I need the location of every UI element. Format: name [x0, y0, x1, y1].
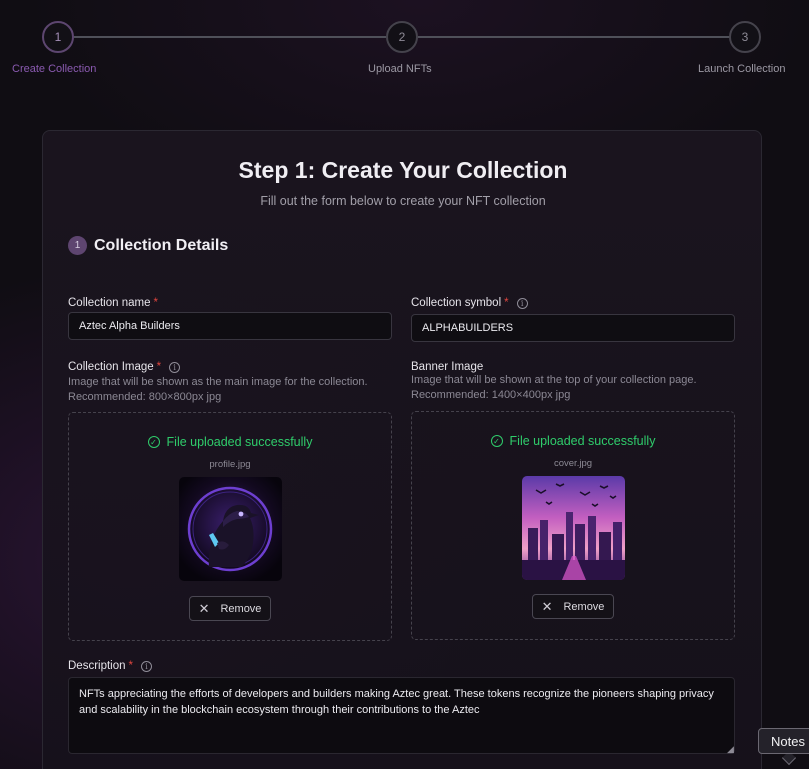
raven-artwork	[179, 477, 282, 581]
check-circle-icon: ✓	[490, 435, 503, 447]
required-marker: *	[504, 297, 509, 309]
section-header: 1 Collection Details	[68, 236, 228, 255]
collection-image-label-text: Collection Image	[68, 361, 154, 373]
step-3-label[interactable]: Launch Collection	[698, 63, 785, 75]
upload-success-text: File uploaded successfully	[166, 435, 313, 449]
info-icon[interactable]: i	[169, 361, 181, 373]
collection-name-label: Collection name *	[68, 297, 158, 309]
collection-name-label-text: Collection name	[68, 297, 151, 309]
info-icon[interactable]: i	[516, 297, 528, 309]
step-1-label[interactable]: Create Collection	[12, 63, 96, 75]
description-textarea[interactable]: NFTs appreciating the efforts of develop…	[68, 677, 735, 754]
uploaded-file-name: cover.jpg	[553, 458, 593, 469]
uploaded-file-name: profile.jpg	[209, 459, 251, 470]
upload-success-message: ✓ File uploaded successfully	[69, 435, 391, 449]
upload-success-message: ✓ File uploaded successfully	[412, 434, 734, 448]
required-marker: *	[128, 660, 134, 672]
required-marker: *	[153, 297, 158, 309]
remove-collection-image-button[interactable]: ✕ Remove	[189, 596, 271, 621]
step-3-indicator[interactable]: 3	[729, 21, 761, 53]
collection-image-dropzone[interactable]: ✓ File uploaded successfully profile.jpg	[68, 412, 392, 641]
section-title: Collection Details	[94, 236, 229, 254]
page-title: Step 1: Create Your Collection	[238, 157, 568, 183]
collection-symbol-label-text: Collection symbol	[411, 297, 502, 309]
progress-stepper: 1 2 3 Create Collection Upload NFTs Laun…	[0, 0, 809, 90]
collection-symbol-label: Collection symbol * i	[411, 297, 528, 309]
step-2-label[interactable]: Upload NFTs	[368, 63, 432, 75]
section-number-badge: 1	[68, 236, 87, 255]
collection-image-help: Image that will be shown as the main ima…	[68, 376, 368, 403]
banner-image-label: Banner Image	[411, 361, 483, 373]
description-label-text: Description	[68, 660, 126, 672]
banner-image-label-text: Banner Image	[411, 361, 484, 373]
step-2-indicator[interactable]: 2	[386, 21, 418, 53]
step-1-indicator[interactable]: 1	[42, 21, 74, 53]
city-skyline-artwork	[522, 476, 625, 580]
description-label: Description * i	[68, 660, 153, 672]
remove-banner-image-button[interactable]: ✕ Remove	[532, 594, 614, 619]
close-icon: ✕	[198, 600, 210, 616]
banner-image-preview	[522, 476, 625, 580]
required-marker: *	[156, 361, 162, 373]
collection-name-input[interactable]	[68, 312, 392, 340]
remove-label: Remove	[220, 602, 262, 615]
info-icon[interactable]: i	[141, 660, 153, 672]
collection-symbol-input[interactable]	[411, 314, 735, 342]
upload-success-text: File uploaded successfully	[509, 434, 656, 448]
create-collection-card: Step 1: Create Your Collection Fill out …	[42, 130, 762, 769]
remove-label: Remove	[563, 600, 605, 613]
step-connector	[418, 36, 730, 38]
resize-handle-icon[interactable]: ◢	[727, 744, 734, 755]
close-icon: ✕	[541, 598, 553, 614]
step-connector	[74, 36, 386, 38]
collection-image-label: Collection Image * i	[68, 361, 181, 373]
banner-image-help: Image that will be shown at the top of y…	[411, 374, 697, 401]
collection-image-preview	[179, 477, 282, 581]
notes-tooltip: Notes	[758, 728, 809, 754]
page-subtitle: Fill out the form below to create your N…	[260, 194, 546, 208]
check-circle-icon: ✓	[147, 436, 160, 448]
banner-image-dropzone[interactable]: ✓ File uploaded successfully cover.jpg ✕…	[411, 411, 735, 640]
